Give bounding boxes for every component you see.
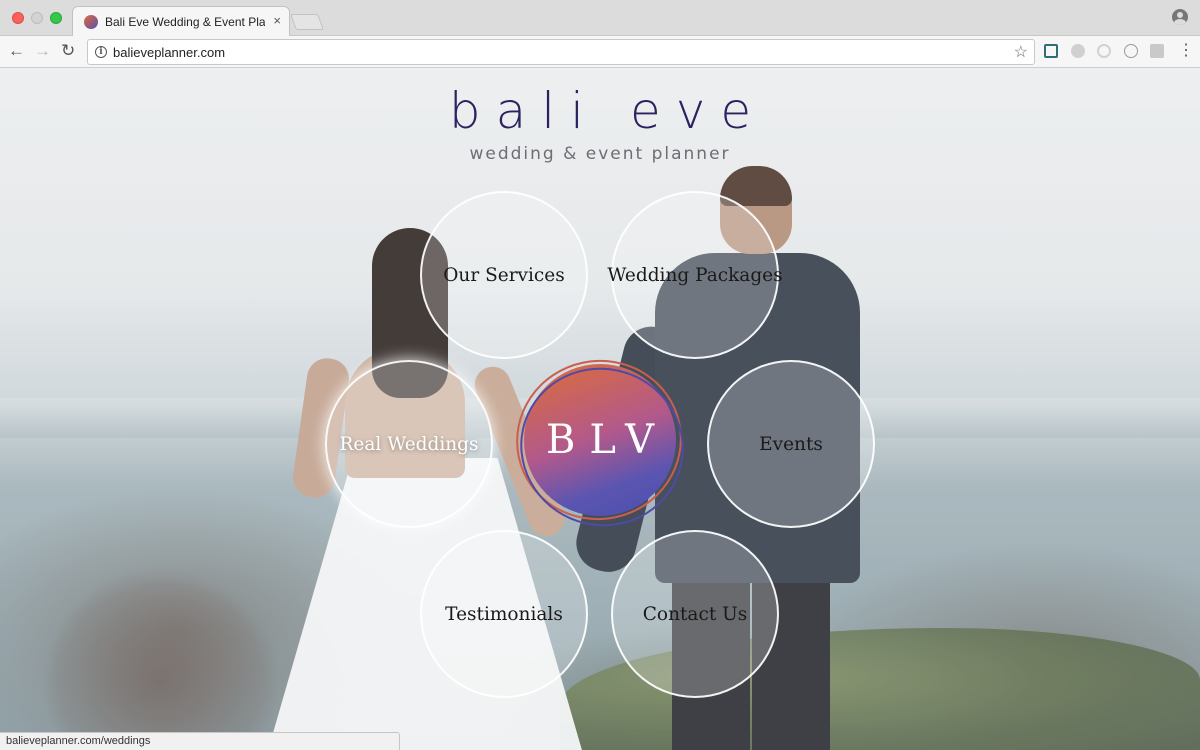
extension-icon[interactable] [1150,44,1164,58]
extension-icon[interactable] [1097,44,1111,58]
extension-icon[interactable] [1124,44,1138,58]
blv-badge-text: BLV [545,417,669,463]
profile-icon[interactable] [1172,9,1188,25]
browser-tab-bar: Bali Eve Wedding & Event Planner × [0,0,1200,37]
nav-circle-label: Testimonials [445,603,563,625]
nav-circle-real-weddings[interactable]: Real Weddings [325,360,493,528]
nav-circle-testimonials[interactable]: Testimonials [420,530,588,698]
nav-circle-label: Our Services [443,264,565,286]
page-viewport: bali eve wedding & event planner Our Ser… [0,68,1200,750]
nav-circle-label: Events [759,433,823,455]
browser-toolbar: ← → ↻ i balieveplanner.com ☆ ⋮ [0,36,1200,68]
forward-arrow-icon[interactable]: → [34,41,51,61]
blv-center-badge[interactable]: BLV [524,364,676,516]
window-maximize-button[interactable] [50,12,62,24]
browser-tab[interactable]: Bali Eve Wedding & Event Planner × [72,6,290,37]
back-arrow-icon[interactable]: ← [8,41,25,61]
screenshot-extension-icon[interactable] [1044,44,1058,58]
nav-circle-label: Wedding Packages [607,264,783,286]
status-bar-url: balieveplanner.com/weddings [0,732,400,750]
address-bar[interactable]: i balieveplanner.com ☆ [87,39,1035,65]
tab-close-icon[interactable]: × [273,14,281,27]
extension-icon[interactable] [1071,44,1085,58]
site-tagline: wedding & event planner [469,144,731,164]
nav-circle-events[interactable]: Events [707,360,875,528]
nav-circle-label: Real Weddings [339,433,479,455]
reload-icon[interactable]: ↻ [61,41,75,61]
site-info-icon[interactable]: i [95,46,107,58]
site-logo[interactable]: bali eve [0,76,1200,146]
nav-circle-wedding-packages[interactable]: Wedding Packages [607,191,783,359]
window-minimize-button[interactable] [31,12,43,24]
nav-circle-label: Contact Us [642,603,748,625]
nav-circle-contact-us[interactable]: Contact Us [611,530,779,698]
tab-title: Bali Eve Wedding & Event Planner [105,15,265,29]
window-close-button[interactable] [12,12,24,24]
new-tab-button[interactable] [290,14,324,30]
bookmark-star-icon[interactable]: ☆ [1014,42,1028,62]
site-favicon-icon [84,15,98,29]
browser-menu-icon[interactable]: ⋮ [1178,41,1194,61]
nav-circle-our-services[interactable]: Our Services [420,191,588,359]
address-url[interactable]: balieveplanner.com [113,45,225,60]
